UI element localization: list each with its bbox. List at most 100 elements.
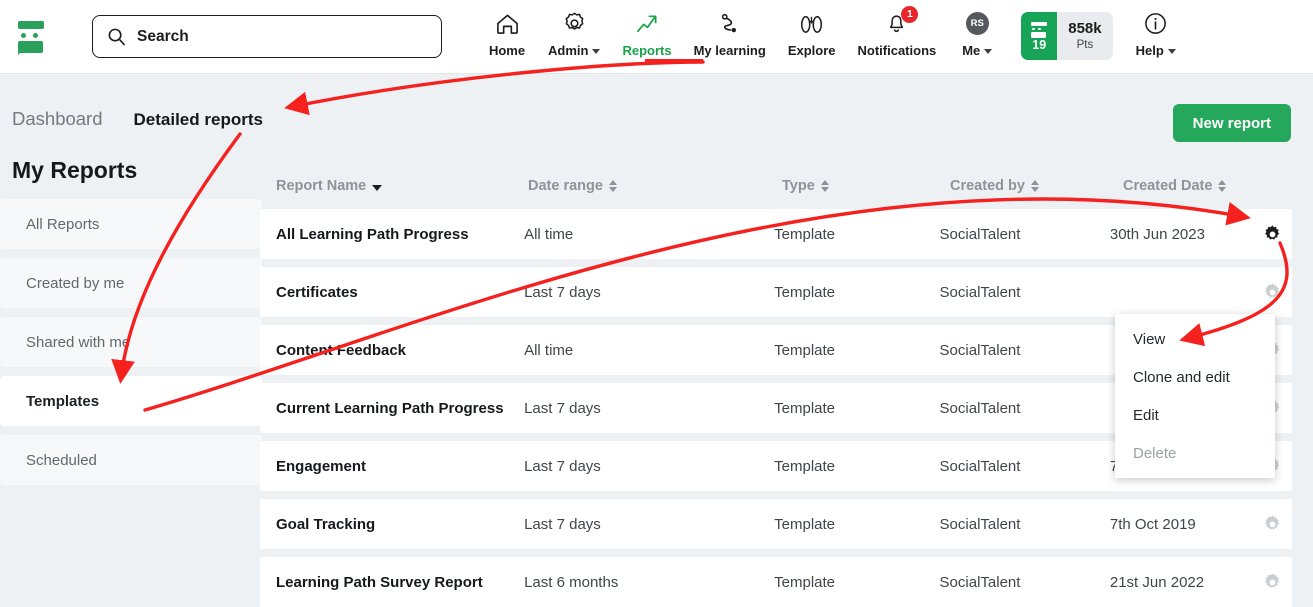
- sort-icon: [1030, 179, 1039, 192]
- nav-item-help[interactable]: Help: [1125, 10, 1187, 74]
- avatar-icon: RS: [965, 10, 989, 38]
- row-actions-button[interactable]: [1253, 572, 1292, 593]
- points-amount: 858k: [1068, 20, 1102, 37]
- nav-item-reports[interactable]: Reports: [611, 10, 682, 74]
- menu-item-view[interactable]: View: [1115, 320, 1275, 358]
- new-report-button[interactable]: New report: [1172, 104, 1291, 142]
- gear-icon: [562, 10, 587, 38]
- cell-created-by: SocialTalent: [939, 573, 1021, 591]
- search-input[interactable]: [137, 27, 427, 46]
- gear-icon: [1264, 514, 1280, 530]
- column-header-type[interactable]: Type: [782, 178, 950, 194]
- breadcrumb: Dashboard Detailed reports: [12, 108, 263, 130]
- cell-type: Template: [774, 515, 836, 533]
- cell-date-range: Last 7 days: [524, 515, 601, 533]
- column-header-created-by[interactable]: Created by: [950, 178, 1123, 194]
- column-header-created-date[interactable]: Created Date: [1123, 178, 1268, 194]
- menu-item-clone-and-edit[interactable]: Clone and edit: [1115, 358, 1275, 396]
- cell-type: Template: [774, 573, 836, 591]
- points-unit: Pts: [1076, 39, 1094, 51]
- nav-label-help: Help: [1136, 43, 1176, 58]
- breadcrumb-dashboard[interactable]: Dashboard: [12, 108, 103, 130]
- column-header-date-range[interactable]: Date range: [528, 178, 782, 194]
- cell-date-range: All time: [524, 225, 574, 243]
- avatar: RS: [965, 12, 989, 35]
- sidebar-label: All Reports: [26, 215, 100, 233]
- page-body: Dashboard Detailed reports New report My…: [0, 74, 1313, 607]
- nav-item-my-learning[interactable]: My learning: [683, 10, 777, 74]
- sidebar-item-created-by-me[interactable]: Created by me: [0, 258, 262, 308]
- row-actions-button[interactable]: [1253, 514, 1292, 535]
- home-icon: [495, 10, 520, 38]
- nav-label-home: Home: [488, 42, 526, 58]
- cell-date-range: Last 7 days: [524, 283, 601, 301]
- search-box[interactable]: [92, 15, 442, 58]
- menu-item-edit[interactable]: Edit: [1115, 396, 1275, 434]
- gear-icon: [1264, 224, 1280, 240]
- sidebar-item-scheduled[interactable]: Scheduled: [0, 435, 262, 485]
- cell-type: Template: [774, 457, 836, 475]
- cell-report-name: Goal Tracking: [276, 515, 376, 533]
- table-row[interactable]: Goal Tracking Last 7 days Template Socia…: [260, 499, 1292, 549]
- nav-label-explore: Explore: [787, 42, 836, 58]
- column-label: Created by: [950, 177, 1025, 194]
- app-root: Home Admin Reports: [0, 0, 1313, 607]
- table-row[interactable]: Learning Path Survey Report Last 6 month…: [260, 557, 1292, 607]
- table-row[interactable]: Certificates Last 7 days Template Social…: [260, 267, 1292, 317]
- gear-icon: [1264, 572, 1280, 588]
- sidebar-label: Shared with me: [26, 333, 131, 351]
- sidebar-item-shared-with-me[interactable]: Shared with me: [0, 317, 262, 367]
- nav-item-admin[interactable]: Admin: [537, 10, 611, 74]
- cell-created-by: SocialTalent: [939, 515, 1021, 533]
- nav-text-admin: Admin: [548, 42, 589, 58]
- cell-created-date: 21st Jun 2022: [1109, 573, 1205, 591]
- sidebar-label: Scheduled: [26, 451, 97, 469]
- nav-label-me: Me: [962, 43, 993, 58]
- points-chip[interactable]: 19 858k Pts: [1021, 11, 1113, 60]
- cell-created-by: SocialTalent: [939, 225, 1021, 243]
- sidebar-label: Created by me: [26, 274, 125, 292]
- row-actions-button[interactable]: [1253, 224, 1292, 245]
- row-context-menu: View Clone and edit Edit Delete: [1115, 314, 1275, 478]
- cell-type: Template: [774, 399, 836, 417]
- main-navigation: Home Admin Reports My learning Explore 1…: [477, 0, 1187, 74]
- column-header-report-name[interactable]: Report Name: [276, 178, 528, 194]
- column-label: Report Name: [276, 177, 367, 194]
- table-row[interactable]: All Learning Path Progress All time Temp…: [260, 209, 1292, 259]
- page-title: My Reports: [12, 157, 138, 183]
- top-header: Home Admin Reports: [0, 0, 1313, 74]
- breadcrumb-current: Detailed reports: [133, 110, 263, 129]
- row-actions-button[interactable]: [1253, 282, 1292, 303]
- cell-created-by: SocialTalent: [939, 341, 1021, 359]
- points-level: 19: [1032, 37, 1047, 52]
- sidebar-label: Templates: [26, 392, 100, 410]
- sidebar-item-templates[interactable]: Templates: [0, 376, 262, 426]
- cell-report-name: Content Feedback: [276, 341, 407, 359]
- app-logo[interactable]: [0, 0, 62, 74]
- points-level-block: 19: [1021, 11, 1058, 60]
- nav-label-notifications: Notifications: [857, 42, 937, 58]
- points-value-block: 858k Pts: [1057, 12, 1112, 60]
- cell-created-by: SocialTalent: [939, 283, 1021, 301]
- info-circle-icon: [1143, 10, 1168, 38]
- socialtalent-mark-icon: [1030, 21, 1048, 38]
- cell-created-date: 7th Oct 2019: [1109, 515, 1196, 533]
- column-label: Date range: [528, 177, 603, 194]
- cell-type: Template: [774, 283, 836, 301]
- cell-report-name: Learning Path Survey Report: [276, 573, 483, 591]
- cell-created-date: 30th Jun 2023: [1109, 225, 1205, 243]
- nav-item-notifications[interactable]: 1 Notifications: [847, 5, 948, 74]
- nav-item-me[interactable]: RS Me: [947, 10, 1007, 74]
- nav-label-reports: Reports: [622, 42, 672, 58]
- chevron-down-icon: [984, 48, 993, 54]
- sidebar-item-all-reports[interactable]: All Reports: [0, 199, 262, 249]
- nav-item-home[interactable]: Home: [477, 10, 537, 74]
- binoculars-icon: [797, 10, 826, 38]
- cell-date-range: Last 7 days: [524, 399, 601, 417]
- chevron-down-icon: [592, 48, 601, 54]
- trend-arrow-icon: [635, 10, 660, 38]
- menu-item-delete: Delete: [1133, 444, 1177, 462]
- nav-label-my-learning: My learning: [693, 42, 766, 58]
- nav-item-explore[interactable]: Explore: [777, 10, 847, 74]
- notification-badge: 1: [901, 5, 919, 23]
